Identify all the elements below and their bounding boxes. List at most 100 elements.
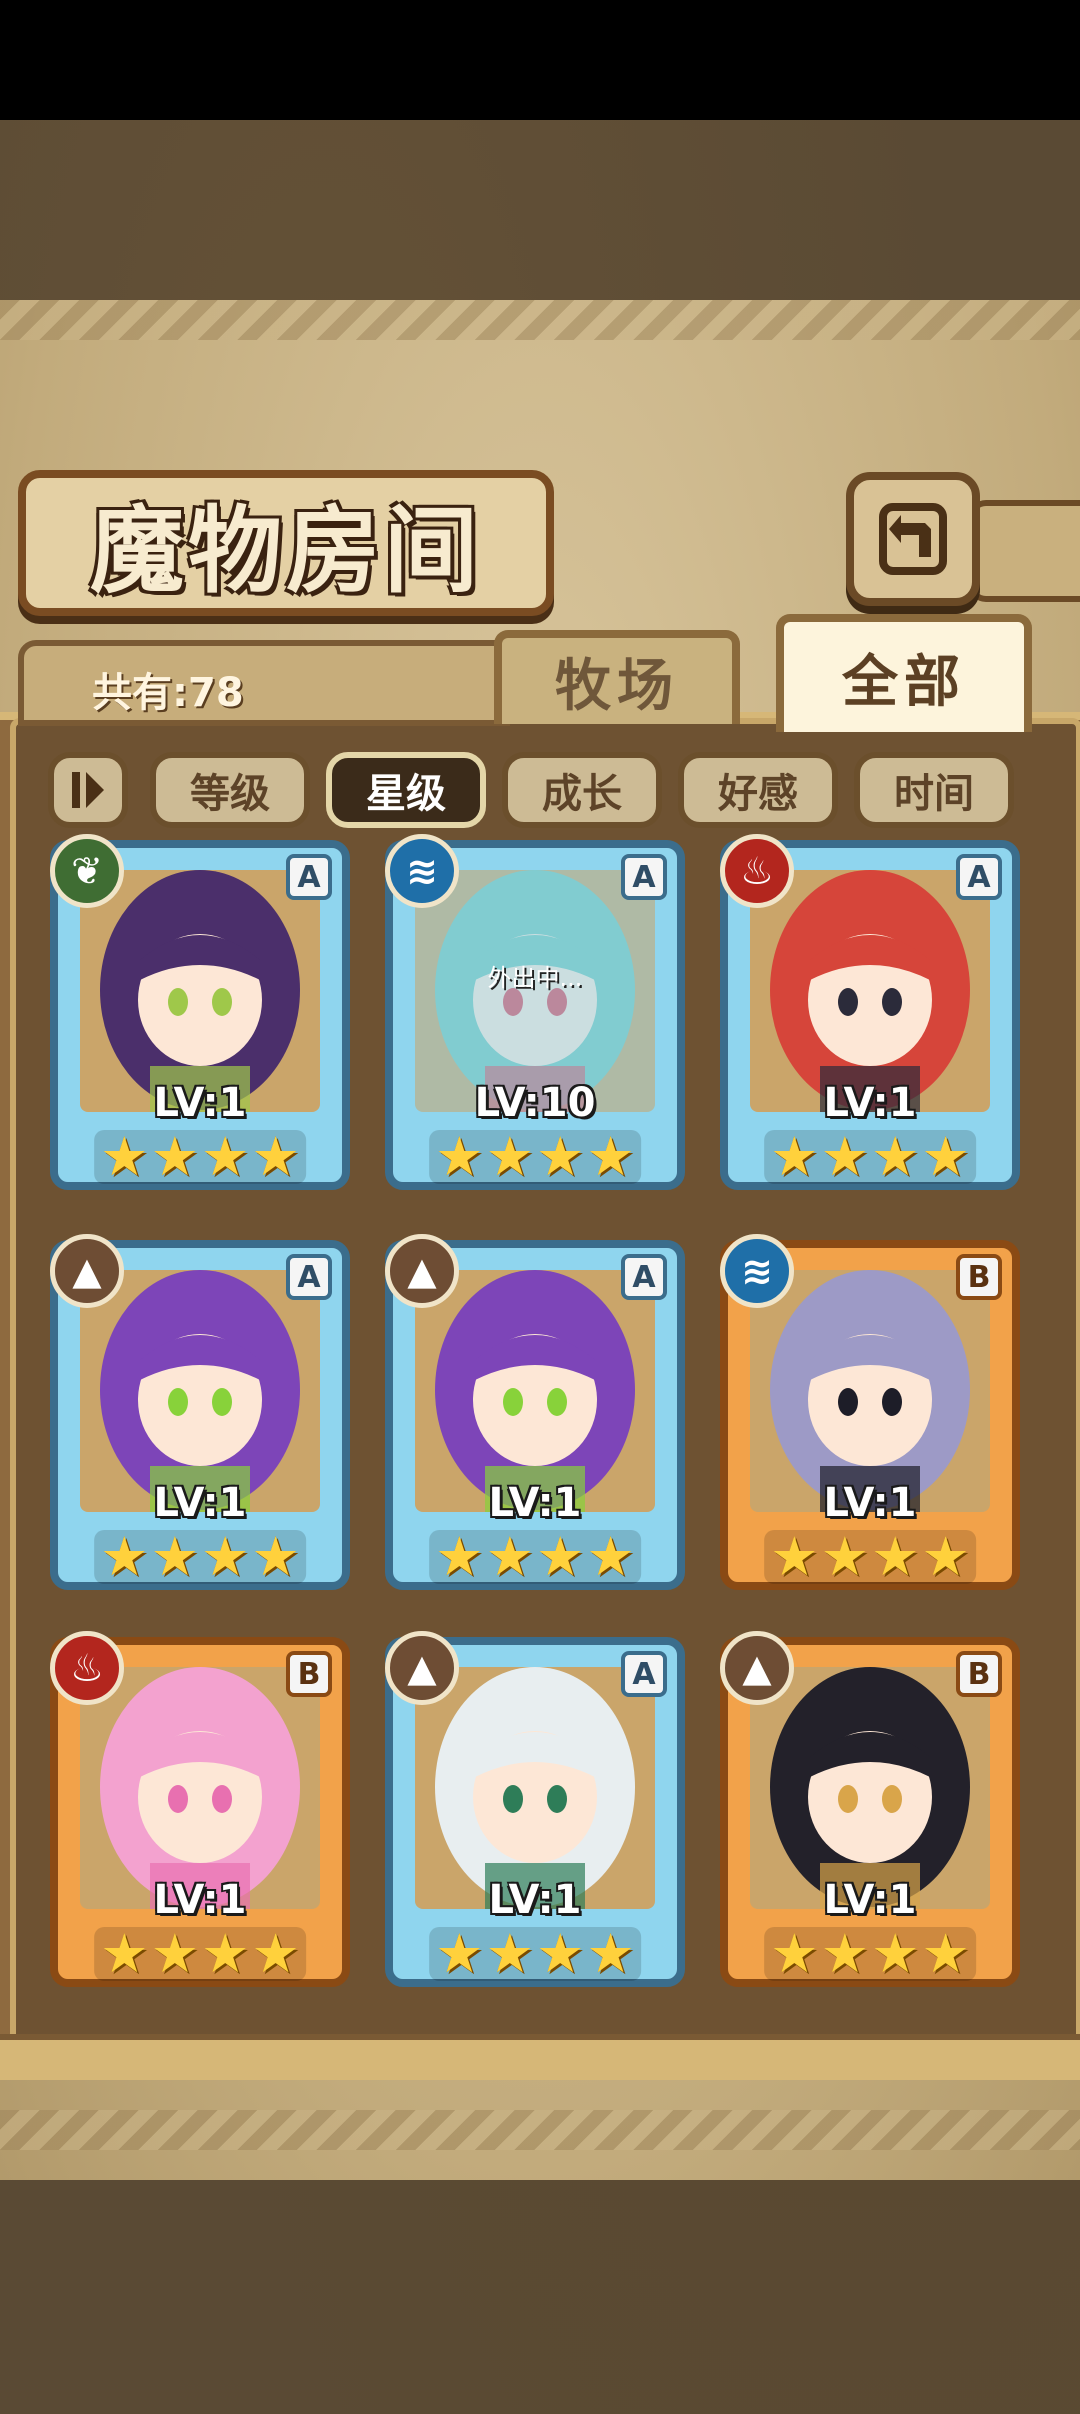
star-rating: ★ ★ ★ ★	[429, 1530, 641, 1584]
monster-portrait	[750, 1270, 990, 1512]
star-icon: ★	[150, 1922, 199, 1985]
star-icon: ★	[770, 1525, 819, 1588]
back-button[interactable]	[846, 472, 980, 606]
rank-badge: A	[621, 854, 667, 900]
earth-element-icon: ▲	[50, 1234, 124, 1308]
star-icon: ★	[871, 1525, 920, 1588]
rank-badge: B	[286, 1651, 332, 1697]
monster-level: LV:1	[823, 1080, 917, 1126]
star-rating: ★ ★ ★ ★	[94, 1927, 306, 1981]
monster-card[interactable]: LV:1 ★ ★ ★ ★ A ♨	[720, 834, 1020, 1190]
star-icon: ★	[921, 1125, 970, 1188]
star-icon: ★	[536, 1922, 585, 1985]
star-icon: ★	[586, 1525, 635, 1588]
star-icon: ★	[820, 1125, 869, 1188]
sort-time-button[interactable]: 时间	[854, 752, 1014, 828]
earth-element-icon: ▲	[385, 1631, 459, 1705]
star-icon: ★	[100, 1922, 149, 1985]
star-icon: ★	[251, 1525, 300, 1588]
star-icon: ★	[435, 1125, 484, 1188]
earth-element-icon: ▲	[720, 1631, 794, 1705]
star-icon: ★	[201, 1525, 250, 1588]
star-icon: ★	[536, 1125, 585, 1188]
total-count: 共有:78	[92, 670, 244, 716]
star-rating: ★ ★ ★ ★	[94, 1530, 306, 1584]
star-icon: ★	[770, 1922, 819, 1985]
star-icon: ★	[201, 1125, 250, 1188]
monster-level: LV:1	[488, 1877, 582, 1923]
rank-badge: A	[956, 854, 1002, 900]
rank-badge: A	[286, 1254, 332, 1300]
monster-portrait	[750, 1667, 990, 1909]
star-rating: ★ ★ ★ ★	[429, 1927, 641, 1981]
page-title: 魔物房间	[89, 496, 482, 606]
monster-card[interactable]: LV:1 ★ ★ ★ ★ A ▲	[385, 1631, 685, 1987]
fire-element-icon: ♨	[720, 834, 794, 908]
monster-level: LV:1	[153, 1480, 247, 1526]
monster-card[interactable]: LV:1 ★ ★ ★ ★ A ▲	[50, 1234, 350, 1590]
star-rating: ★ ★ ★ ★	[764, 1130, 976, 1184]
star-icon: ★	[100, 1125, 149, 1188]
monster-portrait	[80, 1667, 320, 1909]
status-bar-area	[0, 0, 1080, 120]
water-element-icon: ≋	[385, 834, 459, 908]
star-icon: ★	[921, 1525, 970, 1588]
star-rating: ★ ★ ★ ★	[94, 1130, 306, 1184]
star-rating: ★ ★ ★ ★	[764, 1530, 976, 1584]
star-icon: ★	[435, 1922, 484, 1985]
monster-card[interactable]: LV:1 ★ ★ ★ ★ A ❦	[50, 834, 350, 1190]
monster-level: LV:1	[823, 1877, 917, 1923]
star-icon: ★	[536, 1525, 585, 1588]
monster-portrait	[80, 870, 320, 1112]
star-icon: ★	[770, 1125, 819, 1188]
monster-grid: LV:1 ★ ★ ★ ★ A ❦ 外出中... LV:10 ★ ★ ★ ★ A ≋ LV:1 ★ ★ ★ ★ A ♨ LV:…	[0, 834, 1080, 2020]
star-icon: ★	[435, 1525, 484, 1588]
monster-card[interactable]: LV:1 ★ ★ ★ ★ B ≋	[720, 1234, 1020, 1590]
monster-card[interactable]: LV:1 ★ ★ ★ ★ B ♨	[50, 1631, 350, 1987]
monster-portrait	[415, 1667, 655, 1909]
board-edge-top	[0, 300, 1080, 340]
star-icon: ★	[820, 1922, 869, 1985]
monster-level: LV:1	[153, 1877, 247, 1923]
rank-badge: B	[956, 1651, 1002, 1697]
star-icon: ★	[150, 1125, 199, 1188]
sort-growth-button[interactable]: 成长	[502, 752, 662, 828]
tab-ranch[interactable]: 牧场	[494, 630, 740, 724]
monster-portrait	[80, 1270, 320, 1512]
star-icon: ★	[251, 1125, 300, 1188]
star-icon: ★	[586, 1125, 635, 1188]
tab-all[interactable]: 全部	[776, 614, 1032, 732]
monster-level: LV:1	[488, 1480, 582, 1526]
star-icon: ★	[485, 1525, 534, 1588]
star-icon: ★	[485, 1125, 534, 1188]
leaf-element-icon: ❦	[50, 834, 124, 908]
monster-card[interactable]: LV:1 ★ ★ ★ ★ B ▲	[720, 1631, 1020, 1987]
rank-badge: A	[621, 1254, 667, 1300]
sort-order-button[interactable]	[48, 752, 128, 828]
title-plate: 魔物房间	[18, 470, 554, 616]
monster-portrait	[415, 1270, 655, 1512]
monster-level: LV:1	[823, 1480, 917, 1526]
star-icon: ★	[820, 1525, 869, 1588]
monster-card[interactable]: LV:1 ★ ★ ★ ★ A ▲	[385, 1234, 685, 1590]
rank-badge: A	[621, 1651, 667, 1697]
monster-portrait	[750, 870, 990, 1112]
sort-level-button[interactable]: 等级	[150, 752, 310, 828]
star-icon: ★	[871, 1125, 920, 1188]
star-icon: ★	[871, 1922, 920, 1985]
fire-element-icon: ♨	[50, 1631, 124, 1705]
star-rating: ★ ★ ★ ★	[429, 1130, 641, 1184]
earth-element-icon: ▲	[385, 1234, 459, 1308]
sort-affection-button[interactable]: 好感	[678, 752, 838, 828]
sort-star-button[interactable]: 星级	[326, 752, 486, 828]
star-icon: ★	[251, 1922, 300, 1985]
away-status: 外出中...	[487, 964, 583, 992]
rank-badge: A	[286, 854, 332, 900]
monster-card[interactable]: 外出中... LV:10 ★ ★ ★ ★ A ≋	[385, 834, 685, 1190]
monster-level: LV:1	[153, 1080, 247, 1126]
star-rating: ★ ★ ★ ★	[764, 1927, 976, 1981]
water-element-icon: ≋	[720, 1234, 794, 1308]
star-icon: ★	[586, 1922, 635, 1985]
board-edge-bottom	[0, 2110, 1080, 2150]
rank-badge: B	[956, 1254, 1002, 1300]
